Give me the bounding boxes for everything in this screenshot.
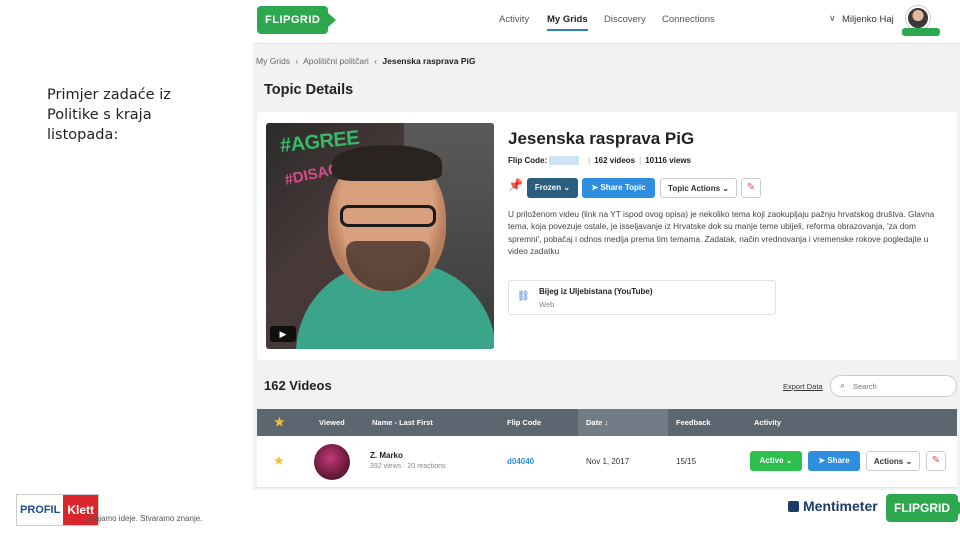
chevron-down-icon: ⌄	[722, 184, 729, 193]
search-input[interactable]	[853, 380, 948, 393]
flipgrid-screenshot: FLIPGRID Activity My Grids Discovery Con…	[253, 0, 960, 490]
slide: Primjer zadaće iz Politike s kraja listo…	[0, 0, 960, 540]
footer-slogan: Spajamo ideje. Stvaramo znanje.	[85, 514, 203, 523]
user-avatar[interactable]	[906, 6, 930, 30]
nav-discovery[interactable]: Discovery	[604, 14, 646, 25]
mentimeter-logo: Mentimeter	[788, 498, 878, 514]
nav-my-grids[interactable]: My Grids	[547, 14, 588, 31]
col-activity[interactable]: Activity	[754, 418, 781, 427]
topic-card: #AGREE #DISAGREE ▶ Jesenska rasprava PiG…	[257, 112, 957, 360]
flipgrid-footer-logo: FLIPGRID	[886, 494, 960, 522]
search-field[interactable]: ⌕	[830, 375, 957, 397]
col-date[interactable]: Date ↓	[586, 418, 608, 427]
topic-video-thumbnail[interactable]: #AGREE #DISAGREE ▶	[266, 123, 494, 349]
mentimeter-icon	[788, 501, 799, 512]
resource-title: Bijeg iz Uljebistana (YouTube)	[539, 287, 653, 296]
top-navigation: FLIPGRID Activity My Grids Discovery Con…	[253, 0, 960, 44]
paper-plane-icon: ➤	[591, 183, 599, 192]
chevron-down-icon: ⌄	[905, 457, 913, 466]
user-menu-chevron-icon[interactable]: ∨	[829, 13, 836, 24]
nav-connections[interactable]: Connections	[662, 14, 715, 25]
link-icon: ⛓	[517, 291, 530, 302]
response-stats: 392 views · 20 reactions	[370, 463, 446, 470]
topic-description: U priloženom videu (link na YT ispod ovo…	[508, 209, 935, 257]
chevron-down-icon: ⌄	[785, 456, 793, 465]
chevron-left-icon: ‹	[374, 56, 378, 66]
share-button[interactable]: ➤ Share	[808, 451, 860, 471]
search-icon: ⌕	[840, 380, 846, 390]
breadcrumb-my-grids[interactable]: My Grids	[256, 56, 290, 66]
paper-plane-icon: ➤	[818, 456, 826, 465]
chevron-down-icon: ⌄	[563, 183, 571, 192]
response-date: Nov 1, 2017	[586, 457, 630, 466]
response-flip-code[interactable]: d04040	[507, 457, 534, 466]
flip-code-redacted	[549, 156, 580, 166]
flipgrid-logo[interactable]: FLIPGRID	[257, 6, 337, 34]
flip-code-label: Flip Code:	[508, 156, 548, 165]
videos-table: ★ Viewed Name - Last First Flip Code Dat…	[257, 409, 957, 488]
table-header: ★ Viewed Name - Last First Flip Code Dat…	[257, 409, 957, 436]
resource-link[interactable]: ⛓ Bijeg iz Uljebistana (YouTube) Web	[508, 280, 776, 315]
response-feedback[interactable]: 15/15	[676, 457, 696, 466]
videos-count: 162 videos	[594, 156, 636, 165]
user-name[interactable]: Miljenko Haj	[842, 14, 894, 25]
views-count: 10116 views	[645, 156, 692, 165]
play-icon[interactable]: ▶	[270, 326, 296, 342]
videos-heading: 162 Videos	[264, 378, 332, 393]
pencil-icon[interactable]: ✎	[741, 178, 761, 198]
pin-icon[interactable]: 📌	[508, 178, 523, 192]
export-data-link[interactable]: Export Data	[783, 382, 823, 391]
student-name[interactable]: Z. Marko	[370, 451, 403, 460]
topic-title: Jesenska rasprava PiG	[508, 129, 695, 148]
pencil-icon[interactable]: ✎	[926, 451, 946, 471]
share-topic-button[interactable]: ➤ Share Topic	[582, 178, 655, 198]
resource-type: Web	[539, 300, 555, 309]
breadcrumb: My Grids ‹ Apolitični politčari ‹ Jesens…	[256, 56, 478, 66]
col-viewed[interactable]: Viewed	[319, 418, 345, 427]
star-icon[interactable]: ★	[274, 415, 285, 429]
breadcrumb-grid[interactable]: Apolitični politčari	[303, 56, 369, 66]
nav-activity[interactable]: Activity	[499, 14, 529, 25]
col-name[interactable]: Name - Last First	[372, 418, 433, 427]
col-flip-code[interactable]: Flip Code	[507, 418, 541, 427]
response-thumbnail[interactable]	[314, 444, 350, 480]
col-feedback[interactable]: Feedback	[676, 418, 711, 427]
breadcrumb-topic: Jesenska rasprava PiG	[382, 56, 476, 66]
topic-meta: Flip Code: | 162 videos | 10116 views	[508, 156, 692, 166]
page-title: Topic Details	[264, 82, 354, 98]
star-icon[interactable]: ★	[273, 453, 285, 469]
presenter-hair	[332, 145, 442, 181]
actions-button[interactable]: Actions ⌄	[866, 451, 920, 471]
slide-caption: Primjer zadaće iz Politike s kraja listo…	[47, 87, 171, 143]
chevron-left-icon: ‹	[295, 56, 299, 66]
frozen-dropdown-button[interactable]: Frozen ⌄	[527, 178, 578, 198]
user-badge	[902, 28, 940, 36]
active-dropdown-button[interactable]: Active ⌄	[750, 451, 802, 471]
presenter-glasses	[340, 205, 436, 227]
topic-actions-button[interactable]: Topic Actions ⌄	[660, 178, 737, 198]
table-row: ★ Z. Marko 392 views · 20 reactions d040…	[257, 436, 957, 488]
